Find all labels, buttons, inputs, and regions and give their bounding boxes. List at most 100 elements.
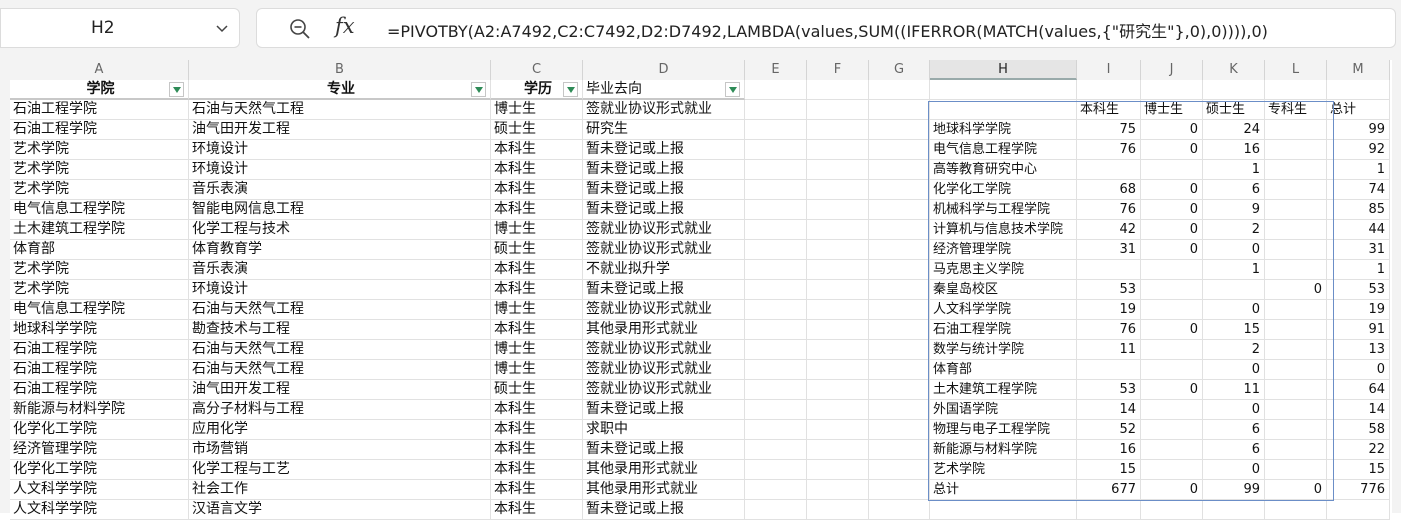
pivot-value-cell[interactable]: 15 — [1077, 460, 1141, 480]
pivot-value-cell[interactable]: 9 — [1203, 200, 1265, 220]
table-cell[interactable]: 艺术学院 — [10, 180, 189, 200]
pivot-value-cell[interactable]: 19 — [1077, 300, 1141, 320]
table-cell[interactable]: 社会工作 — [189, 480, 491, 500]
column-header-h[interactable]: H — [930, 60, 1077, 80]
pivot-row-label[interactable]: 土木建筑工程学院 — [930, 380, 1077, 400]
table-cell[interactable]: 本科生 — [491, 480, 583, 500]
table-cell[interactable]: 化学化工学院 — [10, 420, 189, 440]
table-header-cell[interactable]: 毕业去向 — [583, 80, 745, 100]
empty-cell[interactable] — [745, 260, 807, 280]
table-cell[interactable]: 新能源与材料学院 — [10, 400, 189, 420]
table-header-cell[interactable]: 学历 — [491, 80, 583, 100]
empty-cell[interactable] — [1141, 500, 1203, 520]
pivot-value-cell[interactable] — [1265, 460, 1327, 480]
pivot-value-cell[interactable]: 0 — [1203, 400, 1265, 420]
empty-cell[interactable] — [807, 220, 869, 240]
pivot-value-cell[interactable] — [1141, 280, 1203, 300]
table-cell[interactable]: 求职中 — [583, 420, 745, 440]
table-cell[interactable]: 本科生 — [491, 260, 583, 280]
table-cell[interactable]: 艺术学院 — [10, 280, 189, 300]
pivot-value-cell[interactable]: 42 — [1077, 220, 1141, 240]
pivot-row-label[interactable]: 人文科学学院 — [930, 300, 1077, 320]
table-cell[interactable]: 艺术学院 — [10, 260, 189, 280]
pivot-value-cell[interactable]: 44 — [1327, 220, 1390, 240]
table-cell[interactable]: 油气田开发工程 — [189, 380, 491, 400]
pivot-row-label[interactable]: 经济管理学院 — [930, 240, 1077, 260]
pivot-value-cell[interactable]: 16 — [1203, 140, 1265, 160]
pivot-row-label[interactable]: 化学化工学院 — [930, 180, 1077, 200]
pivot-value-cell[interactable]: 11 — [1203, 380, 1265, 400]
empty-cell[interactable] — [807, 420, 869, 440]
empty-cell[interactable] — [807, 460, 869, 480]
pivot-value-cell[interactable]: 31 — [1077, 240, 1141, 260]
empty-cell[interactable] — [1327, 500, 1390, 520]
table-cell[interactable]: 硕士生 — [491, 240, 583, 260]
empty-cell[interactable] — [869, 400, 930, 420]
pivot-value-cell[interactable]: 0 — [1141, 240, 1203, 260]
pivot-value-cell[interactable]: 31 — [1327, 240, 1390, 260]
table-cell[interactable]: 环境设计 — [189, 140, 491, 160]
empty-cell[interactable] — [745, 180, 807, 200]
pivot-column-header[interactable]: 本科生 — [1077, 100, 1141, 120]
pivot-value-cell[interactable] — [1141, 160, 1203, 180]
pivot-value-cell[interactable] — [1265, 220, 1327, 240]
pivot-value-cell[interactable]: 85 — [1327, 200, 1390, 220]
pivot-value-cell[interactable]: 0 — [1141, 140, 1203, 160]
pivot-value-cell[interactable] — [1265, 440, 1327, 460]
table-cell[interactable]: 体育教育学 — [189, 240, 491, 260]
table-cell[interactable]: 博士生 — [491, 360, 583, 380]
table-cell[interactable]: 签就业协议形式就业 — [583, 300, 745, 320]
pivot-value-cell[interactable] — [1265, 300, 1327, 320]
pivot-row-label[interactable]: 物理与电子工程学院 — [930, 420, 1077, 440]
pivot-value-cell[interactable]: 2 — [1203, 340, 1265, 360]
pivot-value-cell[interactable]: 91 — [1327, 320, 1390, 340]
empty-cell[interactable] — [807, 480, 869, 500]
table-cell[interactable]: 博士生 — [491, 340, 583, 360]
empty-cell[interactable] — [807, 380, 869, 400]
pivot-value-cell[interactable]: 0 — [1327, 360, 1390, 380]
table-cell[interactable]: 人文科学学院 — [10, 480, 189, 500]
pivot-value-cell[interactable] — [1203, 280, 1265, 300]
table-cell[interactable]: 油气田开发工程 — [189, 120, 491, 140]
column-header-f[interactable]: F — [807, 60, 869, 80]
empty-cell[interactable] — [930, 500, 1077, 520]
pivot-value-cell[interactable]: 1 — [1203, 160, 1265, 180]
column-header-b[interactable]: B — [189, 60, 491, 80]
pivot-value-cell[interactable] — [1141, 300, 1203, 320]
pivot-value-cell[interactable]: 68 — [1077, 180, 1141, 200]
empty-cell[interactable] — [745, 80, 807, 100]
empty-cell[interactable] — [745, 340, 807, 360]
pivot-value-cell[interactable]: 0 — [1203, 300, 1265, 320]
pivot-value-cell[interactable]: 15 — [1327, 460, 1390, 480]
empty-cell[interactable] — [745, 200, 807, 220]
pivot-value-cell[interactable]: 76 — [1077, 320, 1141, 340]
pivot-value-cell[interactable] — [1265, 400, 1327, 420]
empty-cell[interactable] — [930, 80, 1077, 100]
pivot-value-cell[interactable] — [1141, 420, 1203, 440]
empty-cell[interactable] — [745, 420, 807, 440]
pivot-row-label[interactable]: 电气信息工程学院 — [930, 140, 1077, 160]
empty-cell[interactable] — [869, 160, 930, 180]
table-cell[interactable]: 电气信息工程学院 — [10, 300, 189, 320]
pivot-value-cell[interactable]: 76 — [1077, 200, 1141, 220]
table-cell[interactable]: 本科生 — [491, 180, 583, 200]
empty-cell[interactable] — [869, 360, 930, 380]
pivot-row-label[interactable]: 外国语学院 — [930, 400, 1077, 420]
filter-dropdown-icon[interactable] — [169, 82, 184, 97]
table-cell[interactable]: 暂未登记或上报 — [583, 200, 745, 220]
empty-cell[interactable] — [745, 300, 807, 320]
pivot-value-cell[interactable]: 58 — [1327, 420, 1390, 440]
empty-cell[interactable] — [869, 240, 930, 260]
pivot-value-cell[interactable] — [1141, 400, 1203, 420]
empty-cell[interactable] — [745, 160, 807, 180]
empty-cell[interactable] — [1203, 500, 1265, 520]
table-cell[interactable]: 石油工程学院 — [10, 100, 189, 120]
pivot-row-label[interactable]: 体育部 — [930, 360, 1077, 380]
table-cell[interactable]: 暂未登记或上报 — [583, 140, 745, 160]
empty-cell[interactable] — [869, 480, 930, 500]
column-header-c[interactable]: C — [491, 60, 583, 80]
pivot-value-cell[interactable]: 0 — [1141, 120, 1203, 140]
pivot-row-label[interactable]: 艺术学院 — [930, 460, 1077, 480]
empty-cell[interactable] — [1265, 500, 1327, 520]
pivot-value-cell[interactable] — [1265, 420, 1327, 440]
